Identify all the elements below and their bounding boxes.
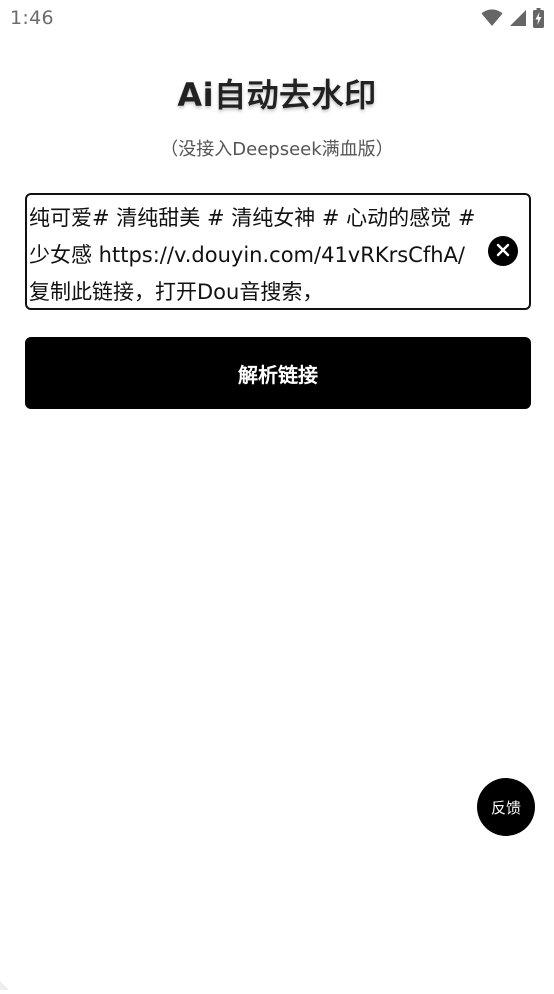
wifi-icon xyxy=(481,9,503,27)
battery-charging-icon xyxy=(533,8,544,28)
close-icon xyxy=(496,242,510,261)
parse-link-button[interactable]: 解析链接 xyxy=(25,337,531,409)
feedback-button[interactable]: 反馈 xyxy=(477,778,535,836)
clear-input-button[interactable] xyxy=(488,236,518,266)
status-time: 1:46 xyxy=(10,7,54,29)
link-input[interactable]: 纯可爱# 清纯甜美 # 清纯女神 # 心动的感觉 # 少女感 https://v… xyxy=(25,193,531,310)
corner-decoration xyxy=(0,975,9,990)
page-title: Ai自动去水印 xyxy=(177,76,377,114)
signal-icon xyxy=(509,9,527,27)
status-bar: 1:46 xyxy=(0,0,554,38)
status-icons xyxy=(481,7,544,29)
link-input-value[interactable]: 纯可爱# 清纯甜美 # 清纯女神 # 心动的感觉 # 少女感 https://v… xyxy=(29,200,481,306)
page-subtitle: （没接入Deepseek满血版） xyxy=(160,139,394,160)
